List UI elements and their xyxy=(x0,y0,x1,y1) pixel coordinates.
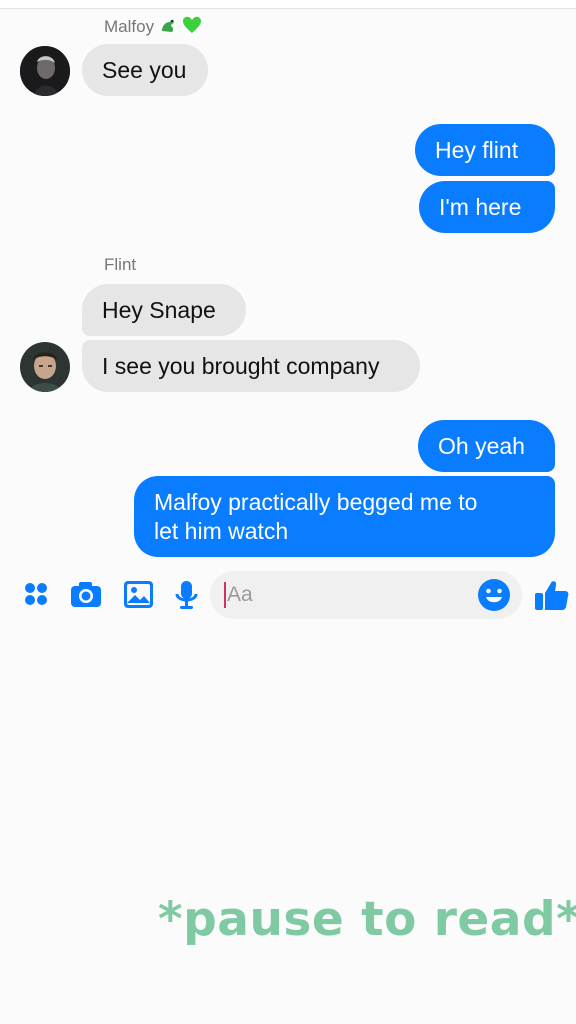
pause-to-read-caption: *pause to read* xyxy=(158,892,576,947)
camera-icon[interactable] xyxy=(68,576,106,614)
message-see-you[interactable]: See you xyxy=(82,44,208,96)
sender-name-flint: Flint xyxy=(104,255,136,275)
message-begged-to-watch[interactable]: Malfoy practically begged me to let him … xyxy=(134,476,555,557)
message-hey-flint[interactable]: Hey flint xyxy=(415,124,555,176)
gallery-icon[interactable] xyxy=(120,576,158,614)
message-text: See you xyxy=(102,57,187,83)
sender-name-text: Flint xyxy=(104,255,137,274)
message-brought-company[interactable]: I see you brought company xyxy=(82,340,420,392)
message-text: I see you brought company xyxy=(102,353,380,379)
message-input-placeholder: Aa xyxy=(227,583,253,606)
message-oh-yeah[interactable]: Oh yeah xyxy=(418,420,555,472)
text-cursor xyxy=(224,582,226,608)
sender-name-malfoy: Malfoy xyxy=(104,16,202,39)
thumbs-up-icon[interactable] xyxy=(532,576,572,614)
top-header-edge xyxy=(0,0,576,9)
emoji-icon[interactable] xyxy=(475,576,513,614)
message-text: Oh yeah xyxy=(438,433,525,459)
sender-name-text: Malfoy xyxy=(104,16,155,36)
microphone-icon[interactable] xyxy=(168,576,206,614)
message-text: Hey Snape xyxy=(102,297,216,323)
message-text: Hey flint xyxy=(435,137,519,163)
apps-icon[interactable] xyxy=(18,576,56,614)
avatar-flint[interactable] xyxy=(20,342,70,392)
message-im-here[interactable]: I'm here xyxy=(419,181,555,233)
message-hey-snape[interactable]: Hey Snape xyxy=(82,284,246,336)
message-text: I'm here xyxy=(439,194,522,220)
green-heart-emoji-icon xyxy=(182,16,202,39)
message-text: Malfoy practically begged me to let him … xyxy=(154,488,478,544)
dragon-emoji-icon xyxy=(159,16,177,39)
avatar-malfoy[interactable] xyxy=(20,46,70,96)
